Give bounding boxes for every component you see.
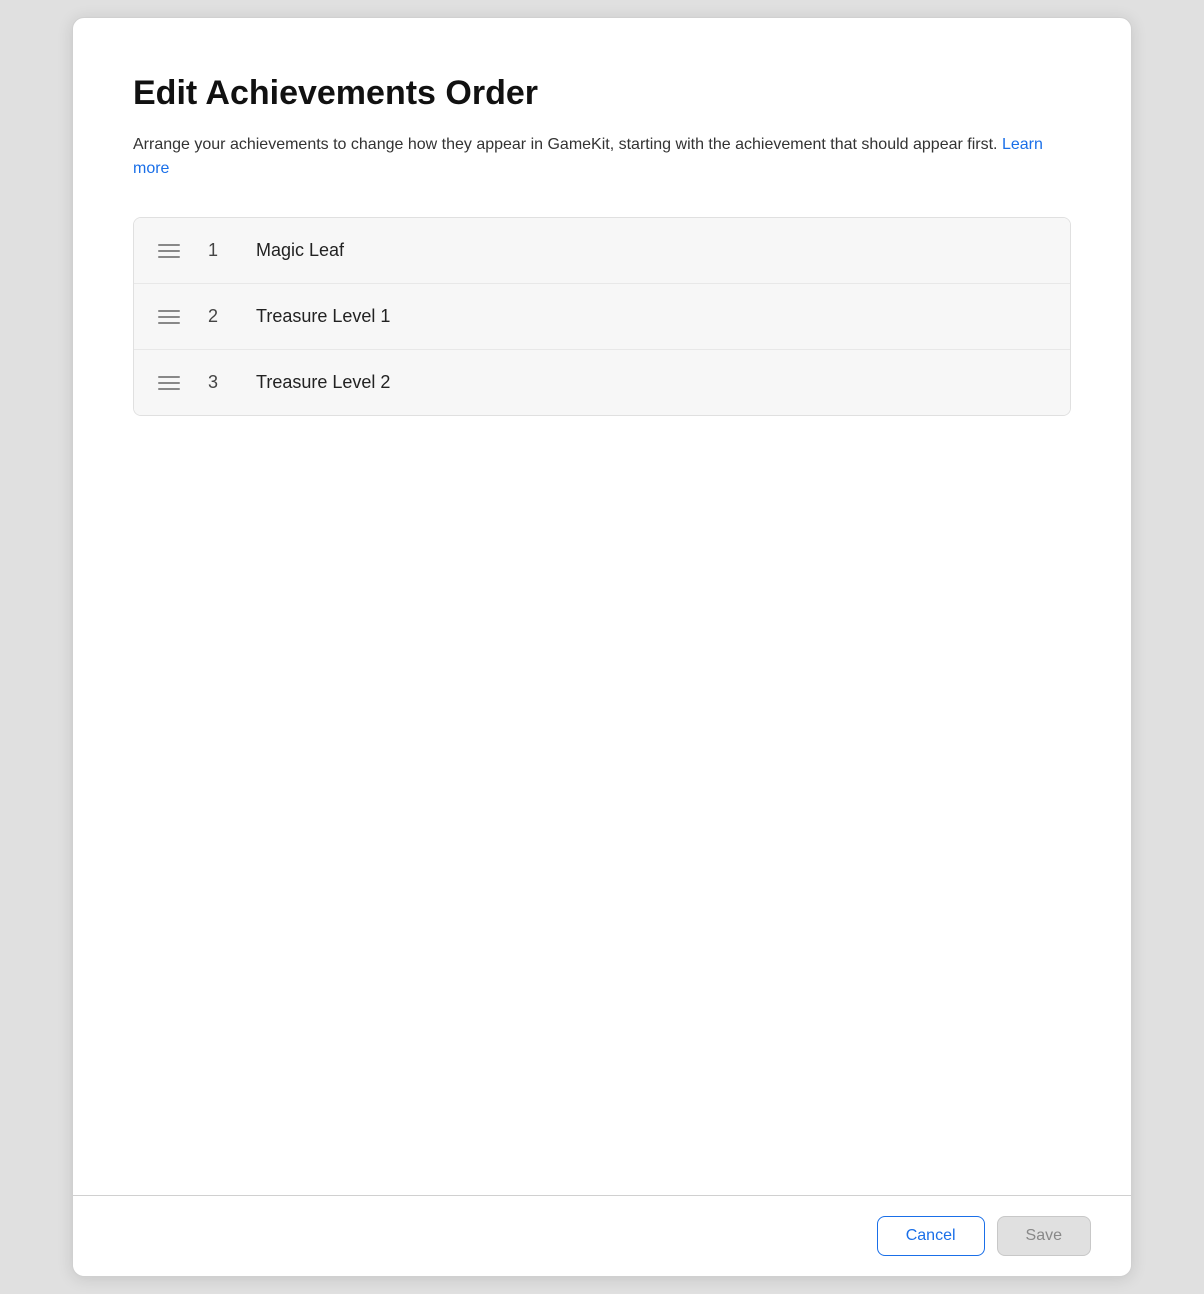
achievement-name-2: Treasure Level 1 bbox=[256, 306, 390, 327]
drag-handle-line bbox=[158, 244, 180, 246]
drag-handle-line bbox=[158, 322, 180, 324]
modal-description: Arrange your achievements to change how … bbox=[133, 133, 1071, 181]
modal-title: Edit Achievements Order bbox=[133, 74, 1071, 113]
achievement-row-3[interactable]: 3 Treasure Level 2 bbox=[134, 350, 1070, 415]
drag-handle-line bbox=[158, 388, 180, 390]
achievement-number-1: 1 bbox=[208, 240, 236, 261]
achievement-row-1[interactable]: 1 Magic Leaf bbox=[134, 218, 1070, 284]
save-button[interactable]: Save bbox=[997, 1216, 1091, 1256]
achievement-row-2[interactable]: 2 Treasure Level 1 bbox=[134, 284, 1070, 350]
drag-handle-line bbox=[158, 256, 180, 258]
drag-handle-line bbox=[158, 382, 180, 384]
achievements-list: 1 Magic Leaf 2 Treasure Level 1 bbox=[133, 217, 1071, 416]
edit-achievements-modal: Edit Achievements Order Arrange your ach… bbox=[72, 17, 1132, 1277]
cancel-button[interactable]: Cancel bbox=[877, 1216, 985, 1256]
modal-footer: Cancel Save bbox=[73, 1195, 1131, 1276]
drag-handle-1[interactable] bbox=[158, 244, 180, 258]
achievement-name-1: Magic Leaf bbox=[256, 240, 344, 261]
drag-handle-2[interactable] bbox=[158, 310, 180, 324]
achievement-name-3: Treasure Level 2 bbox=[256, 372, 390, 393]
achievement-number-3: 3 bbox=[208, 372, 236, 393]
description-text: Arrange your achievements to change how … bbox=[133, 136, 997, 153]
modal-body: Edit Achievements Order Arrange your ach… bbox=[73, 18, 1131, 1195]
drag-handle-line bbox=[158, 316, 180, 318]
achievement-number-2: 2 bbox=[208, 306, 236, 327]
drag-handle-line bbox=[158, 250, 180, 252]
drag-handle-line bbox=[158, 310, 180, 312]
drag-handle-line bbox=[158, 376, 180, 378]
drag-handle-3[interactable] bbox=[158, 376, 180, 390]
